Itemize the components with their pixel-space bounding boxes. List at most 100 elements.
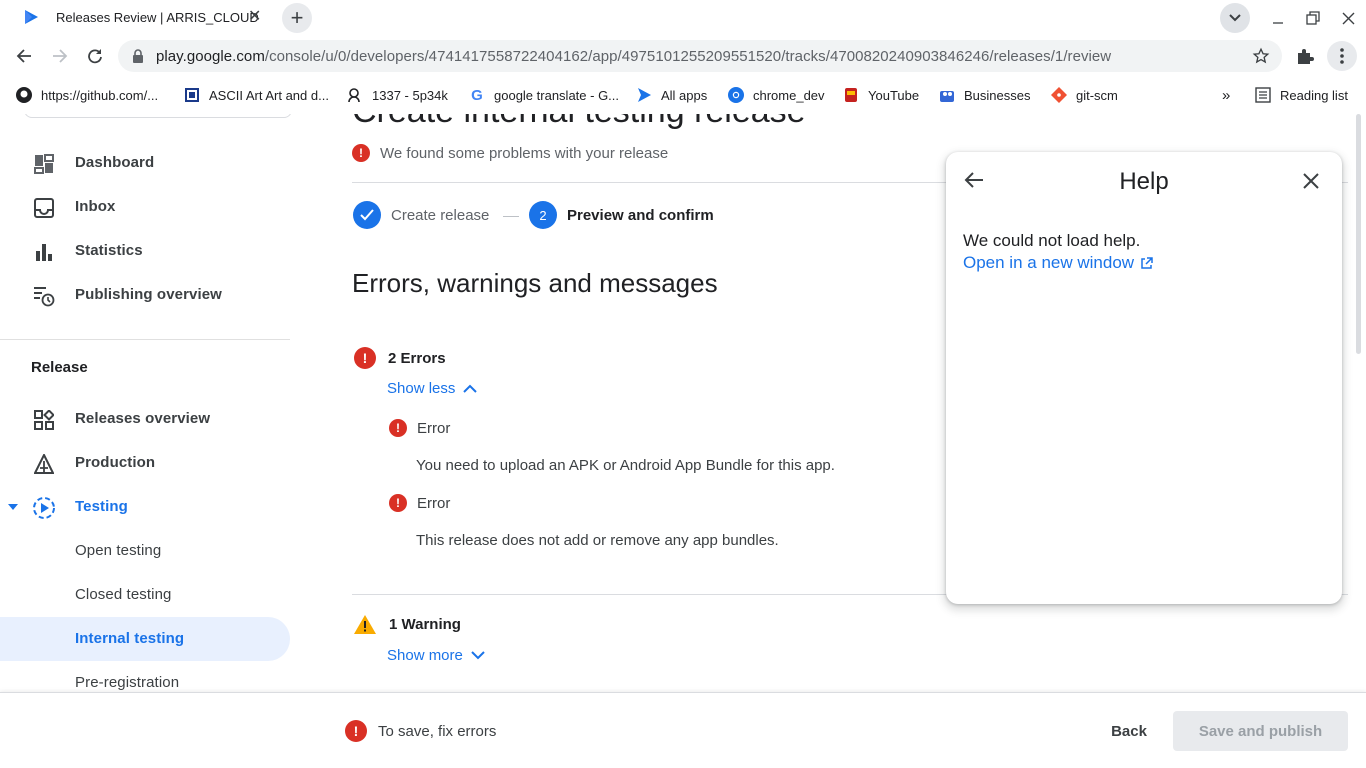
sidebar-divider — [0, 339, 290, 340]
show-less-button[interactable]: Show less — [387, 380, 478, 397]
git-icon — [1051, 87, 1067, 103]
open-in-new-window-link[interactable]: Open in a new window — [963, 253, 1153, 273]
chevron-down-icon — [471, 651, 485, 660]
error-icon: ! — [345, 720, 367, 742]
address-bar[interactable]: play.google.com/console/u/0/developers/4… — [118, 40, 1282, 72]
error-icon: ! — [389, 419, 407, 437]
more-bookmarks-button[interactable]: » — [1222, 86, 1230, 104]
sidebar-item-releases-overview[interactable]: Releases overview — [0, 397, 290, 441]
chrome-dev-icon — [728, 87, 744, 103]
url-text[interactable]: play.google.com/console/u/0/developers/4… — [156, 48, 1111, 65]
youtube-icon — [843, 87, 859, 103]
error-item-title: ! Error — [389, 419, 450, 437]
restore-icon[interactable] — [1303, 8, 1323, 28]
tab-strip: Releases Review | ARRIS_CLOUD ✕ + — [0, 0, 1366, 36]
lock-icon[interactable] — [132, 49, 144, 68]
minimize-icon[interactable] — [1268, 8, 1288, 28]
warning-icon — [354, 615, 376, 634]
step-connector — [503, 216, 519, 217]
inbox-icon — [32, 196, 56, 220]
bookmarks-bar: https://github.com/... ASCII Art Art and… — [0, 76, 1366, 114]
bookmark-chrome-dev[interactable]: chrome_dev — [728, 86, 825, 104]
page-title: Create internal testing release — [352, 114, 806, 131]
save-and-publish-button[interactable]: Save and publish — [1173, 711, 1348, 751]
bookmark-businesses[interactable]: Businesses — [939, 86, 1030, 104]
chevron-up-icon — [463, 384, 478, 393]
new-tab-button[interactable]: + — [282, 3, 312, 33]
window-close-icon[interactable] — [1338, 8, 1358, 28]
play-console-favicon-icon — [22, 8, 40, 31]
sidebar-item-pre-registration[interactable]: Pre-registration — [0, 661, 290, 692]
extensions-icon[interactable] — [1296, 47, 1314, 70]
leet-icon — [347, 87, 363, 103]
tab-close-icon[interactable]: ✕ — [248, 9, 261, 25]
testing-icon — [32, 496, 56, 520]
sidebar-item-closed-testing[interactable]: Closed testing — [0, 573, 290, 617]
releases-overview-icon — [32, 408, 56, 432]
error-item-message: This release does not add or remove any … — [416, 532, 779, 549]
business-icon — [939, 87, 955, 103]
error-item-title: ! Error — [389, 494, 450, 512]
browser-menu-icon[interactable] — [1327, 41, 1357, 71]
sidebar-item-production[interactable]: Production — [0, 441, 290, 485]
google-icon: G — [471, 86, 483, 104]
section-title: Errors, warnings and messages — [352, 268, 718, 298]
help-error-message: We could not load help. — [963, 231, 1141, 250]
reading-list-icon — [1255, 87, 1271, 103]
back-button[interactable]: Back — [1097, 711, 1161, 751]
help-panel: Help We could not load help. Open in a n… — [946, 152, 1342, 604]
step-preview-confirm: 2 Preview and confirm — [529, 201, 714, 229]
problems-banner: ! We found some problems with your relea… — [352, 144, 668, 162]
bookmark-google-translate[interactable]: G google translate - G... — [469, 86, 619, 104]
ascii-icon — [184, 87, 200, 103]
reading-list-button[interactable]: Reading list — [1255, 86, 1348, 104]
sidebar-item-inbox[interactable]: Inbox — [0, 185, 290, 229]
bottom-action-bar: ! To save, fix errors Back Save and publ… — [0, 692, 1366, 768]
github-icon — [16, 87, 32, 103]
error-icon: ! — [352, 144, 370, 162]
publishing-overview-icon — [32, 284, 56, 308]
play-console-icon — [636, 87, 652, 103]
sidebar-item-open-testing[interactable]: Open testing — [0, 529, 290, 573]
scrollbar[interactable] — [1356, 114, 1361, 354]
bookmark-github[interactable]: https://github.com/... — [16, 86, 158, 104]
help-title: Help — [1119, 168, 1169, 195]
sidebar-item-dashboard[interactable]: Dashboard — [0, 141, 290, 185]
chevron-down-icon — [1229, 14, 1241, 22]
error-icon: ! — [354, 347, 376, 369]
bookmark-leet[interactable]: 1337 - 5p34k — [347, 86, 448, 104]
browser-tab[interactable]: Releases Review | ARRIS_CLOUD ✕ — [8, 0, 276, 36]
step-create-release[interactable]: Create release — [353, 201, 489, 229]
sidebar-item-internal-testing[interactable]: Internal testing — [0, 617, 290, 661]
sidebar-item-testing[interactable]: Testing — [0, 485, 290, 529]
sidebar: Dashboard Inbox Statistics Publishing ov… — [0, 114, 292, 692]
external-link-icon — [1141, 256, 1153, 269]
tab-search-button[interactable] — [1220, 3, 1250, 33]
sidebar-section-release: Release — [31, 359, 88, 376]
tab-title: Releases Review | ARRIS_CLOUD — [56, 10, 259, 25]
error-item-message: You need to upload an APK or Android App… — [416, 457, 835, 474]
production-icon — [32, 452, 56, 476]
back-arrow-icon[interactable] — [11, 43, 37, 69]
bookmark-all-apps[interactable]: All apps — [636, 86, 707, 104]
expand-caret-icon — [8, 504, 18, 510]
bookmark-star-icon[interactable] — [1252, 47, 1270, 70]
help-close-icon[interactable] — [1302, 172, 1320, 195]
errors-group-header: ! 2 Errors — [354, 347, 446, 369]
statistics-icon — [32, 240, 56, 264]
sidebar-item-publishing-overview[interactable]: Publishing overview — [0, 273, 290, 317]
forward-arrow-icon[interactable] — [47, 43, 73, 69]
browser-toolbar: play.google.com/console/u/0/developers/4… — [0, 36, 1366, 76]
error-icon: ! — [389, 494, 407, 512]
check-icon — [353, 201, 381, 229]
show-more-button[interactable]: Show more — [387, 647, 485, 664]
fix-errors-message: ! To save, fix errors — [345, 720, 496, 742]
reload-icon[interactable] — [82, 43, 108, 69]
bookmark-youtube[interactable]: YouTube — [843, 86, 919, 104]
bookmark-ascii[interactable]: ASCII Art Art and d... — [184, 86, 329, 104]
sidebar-search-field[interactable] — [24, 114, 292, 118]
bookmark-git-scm[interactable]: git-scm — [1051, 86, 1118, 104]
step-number: 2 — [529, 201, 557, 229]
sidebar-item-statistics[interactable]: Statistics — [0, 229, 290, 273]
dashboard-icon — [32, 152, 56, 176]
